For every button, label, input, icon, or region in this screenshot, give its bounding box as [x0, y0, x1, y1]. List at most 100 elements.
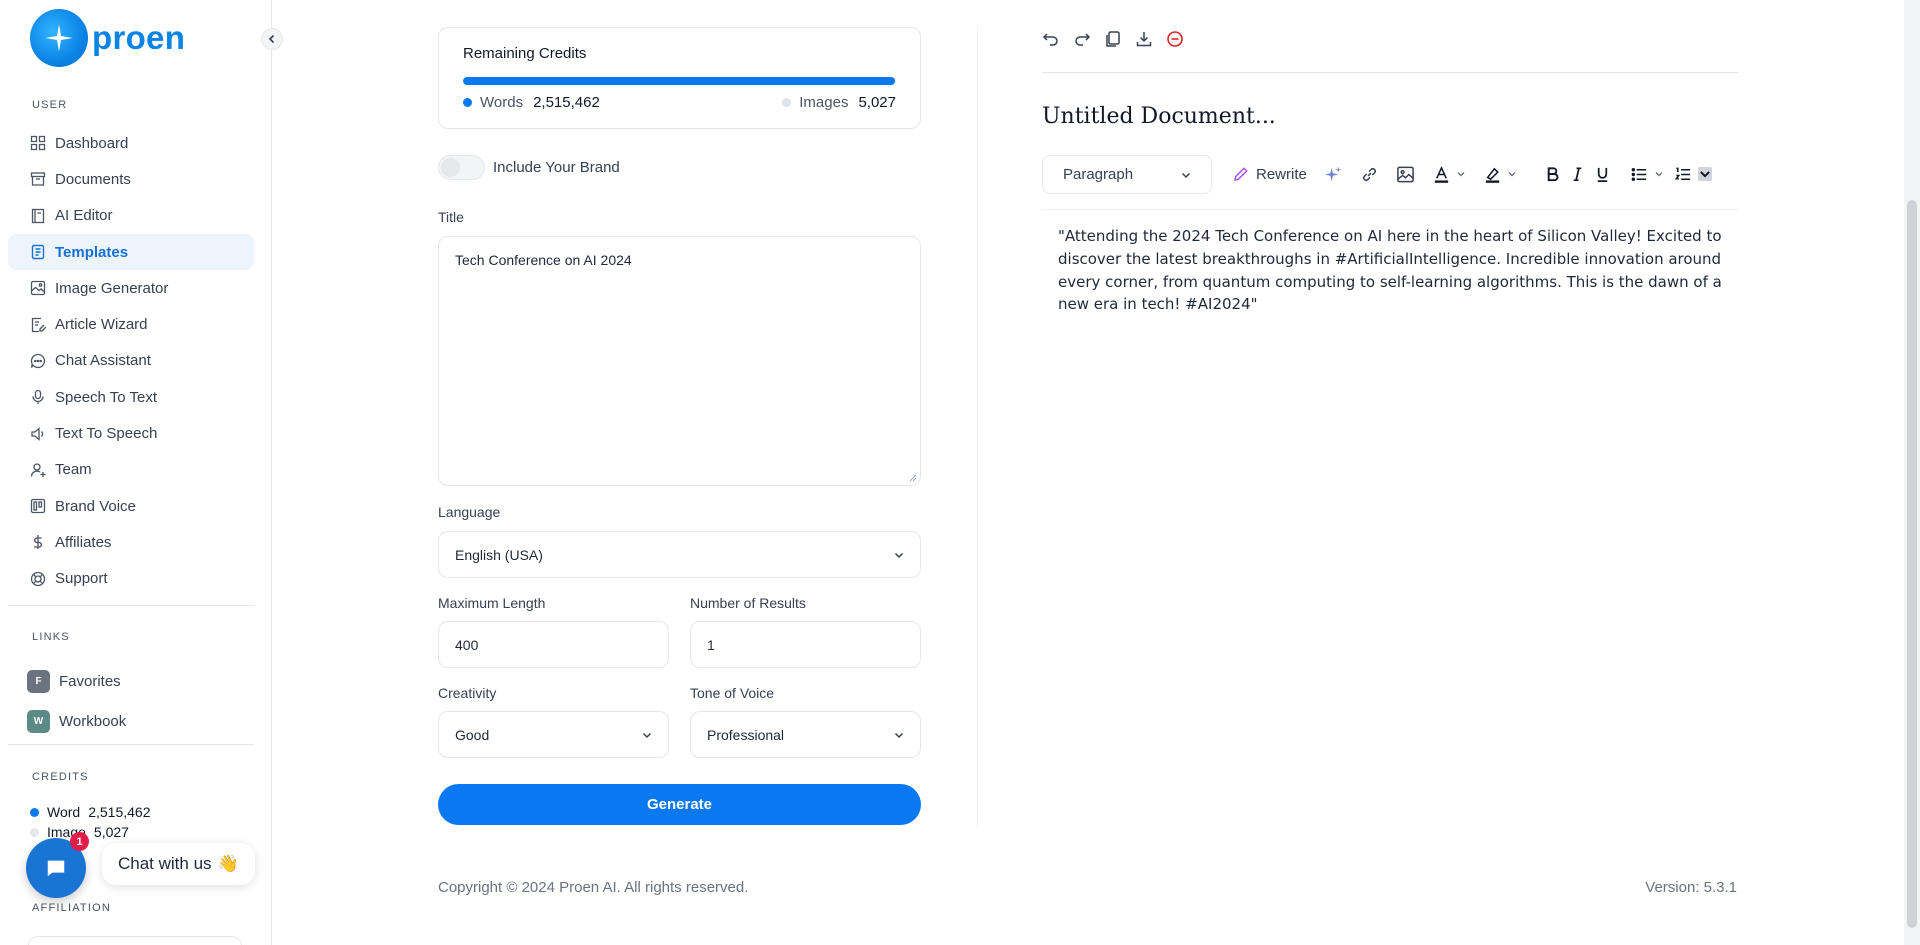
- rewrite-button[interactable]: Rewrite: [1232, 165, 1307, 183]
- words-dot: [463, 98, 472, 107]
- tone-select[interactable]: Professional: [690, 711, 921, 758]
- num-results-value: 1: [707, 636, 715, 653]
- numbered-list-icon[interactable]: [1674, 162, 1712, 186]
- chat-icon: [47, 860, 65, 877]
- book-icon: [30, 208, 46, 224]
- include-brand-toggle[interactable]: [438, 155, 485, 180]
- title-value: Tech Conference on AI 2024: [455, 252, 632, 268]
- chevron-down-icon: [1697, 167, 1712, 181]
- credits-section-label: CREDITS: [32, 771, 89, 783]
- chevron-down-icon: [1508, 172, 1516, 177]
- word-dot: [30, 807, 39, 817]
- brand-logo[interactable]: proen: [30, 9, 185, 67]
- redo-icon[interactable]: [1073, 30, 1091, 48]
- ai-sparkle-icon[interactable]: [1324, 162, 1343, 186]
- highlight-icon[interactable]: [1483, 162, 1517, 186]
- text-color-icon[interactable]: [1432, 162, 1466, 186]
- chevron-left-icon: [268, 34, 275, 44]
- layout-icon: [30, 498, 46, 514]
- resize-handle-icon[interactable]: [909, 474, 917, 482]
- sidebar-item-dashboard[interactable]: Dashboard: [8, 125, 254, 161]
- microphone-icon: [30, 389, 46, 405]
- sidebar-item-speech-to-text[interactable]: Speech To Text: [8, 379, 254, 415]
- chat-with-us-bubble[interactable]: Chat with us 👋: [102, 843, 255, 885]
- max-length-input[interactable]: 400: [438, 621, 669, 668]
- links-section-label: LINKS: [32, 631, 70, 643]
- sidebar-item-text-to-speech[interactable]: Text To Speech: [8, 415, 254, 451]
- favorites-badge: F: [27, 669, 50, 693]
- italic-icon[interactable]: [1568, 162, 1587, 186]
- copy-icon[interactable]: [1104, 30, 1122, 48]
- delete-circle-icon[interactable]: [1166, 30, 1184, 48]
- rewrite-label: Rewrite: [1256, 165, 1307, 183]
- version-text: Version: 5.3.1: [1645, 879, 1737, 896]
- formatting-toolbar: Paragraph Rewrite: [1042, 153, 1738, 195]
- scrollbar-thumb[interactable]: [1907, 200, 1917, 928]
- document-title[interactable]: Untitled Document...: [1042, 104, 1276, 129]
- images-label: Images: [799, 94, 849, 111]
- underline-icon[interactable]: [1593, 162, 1612, 186]
- sidebar-item-documents[interactable]: Documents: [8, 161, 254, 197]
- credits-progress-fill: [463, 77, 896, 85]
- sidebar-item-label: Templates: [55, 243, 129, 261]
- link-workbook[interactable]: W Workbook: [27, 701, 126, 741]
- language-value: English (USA): [455, 546, 543, 563]
- chat-unread-badge: 1: [70, 832, 89, 851]
- bullet-list-icon[interactable]: [1630, 162, 1664, 186]
- sidebar: proen USER Dashboard Documents AI Editor…: [0, 0, 272, 945]
- sidebar-item-affiliates[interactable]: Affiliates: [8, 524, 254, 560]
- chevron-down-icon: [642, 732, 652, 738]
- link-favorites[interactable]: F Favorites: [27, 661, 126, 701]
- archive-icon: [30, 171, 46, 187]
- sidebar-divider: [8, 744, 254, 745]
- sidebar-item-ai-editor[interactable]: AI Editor: [8, 198, 254, 234]
- sidebar-item-label: Brand Voice: [55, 497, 136, 515]
- creativity-select[interactable]: Good: [438, 711, 669, 758]
- image-dot: [30, 827, 39, 837]
- images-dot: [782, 98, 792, 107]
- include-brand-label: Include Your Brand: [493, 159, 620, 176]
- num-results-input[interactable]: 1: [690, 621, 921, 668]
- sidebar-item-label: Team: [55, 461, 92, 479]
- undo-icon[interactable]: [1042, 30, 1060, 48]
- sidebar-item-label: Documents: [55, 170, 131, 188]
- sidebar-item-templates[interactable]: Templates: [8, 233, 254, 271]
- sidebar-item-label: Speech To Text: [55, 388, 158, 406]
- insert-image-icon[interactable]: [1396, 162, 1415, 186]
- lifebuoy-icon: [30, 571, 46, 587]
- sidebar-item-brand-voice[interactable]: Brand Voice: [8, 488, 254, 524]
- language-select[interactable]: English (USA): [438, 531, 921, 578]
- document-content[interactable]: "Attending the 2024 Tech Conference on A…: [1058, 225, 1728, 316]
- affiliation-box[interactable]: [28, 936, 242, 945]
- credits-progress-bar: [463, 77, 896, 85]
- chat-bubble-label: Chat with us: [118, 854, 212, 873]
- page-scrollbar[interactable]: [1904, 0, 1920, 945]
- bold-icon[interactable]: [1543, 162, 1562, 186]
- sidebar-item-team[interactable]: Team: [8, 452, 254, 488]
- sidebar-item-support[interactable]: Support: [8, 561, 254, 597]
- image-icon: [30, 280, 46, 296]
- generate-button[interactable]: Generate: [438, 784, 921, 825]
- title-textarea[interactable]: Tech Conference on AI 2024: [438, 236, 921, 486]
- chevron-down-icon: [1655, 172, 1663, 177]
- toggle-knob: [441, 158, 460, 177]
- workbook-badge: W: [27, 709, 50, 733]
- sidebar-item-label: Support: [55, 570, 108, 588]
- creativity-value: Good: [455, 726, 490, 743]
- editor-header-divider: [1042, 72, 1738, 73]
- column-divider: [977, 27, 978, 827]
- num-results-label: Number of Results: [690, 595, 806, 611]
- sidebar-item-chat-assistant[interactable]: Chat Assistant: [8, 343, 254, 379]
- creativity-label: Creativity: [438, 685, 497, 701]
- sidebar-divider: [8, 605, 254, 606]
- word-credit-row: Word 2,515,462: [30, 802, 151, 822]
- chevron-down-icon: [1457, 172, 1465, 177]
- paragraph-style-select[interactable]: Paragraph: [1042, 154, 1212, 194]
- sidebar-item-article-wizard[interactable]: Article Wizard: [8, 306, 254, 342]
- collapse-sidebar-button[interactable]: [261, 28, 283, 50]
- words-value: 2,515,462: [533, 94, 600, 111]
- sidebar-item-image-generator[interactable]: Image Generator: [8, 270, 254, 306]
- download-icon[interactable]: [1135, 30, 1153, 48]
- sidebar-item-label: Affiliates: [55, 533, 112, 551]
- link-icon[interactable]: [1360, 162, 1379, 186]
